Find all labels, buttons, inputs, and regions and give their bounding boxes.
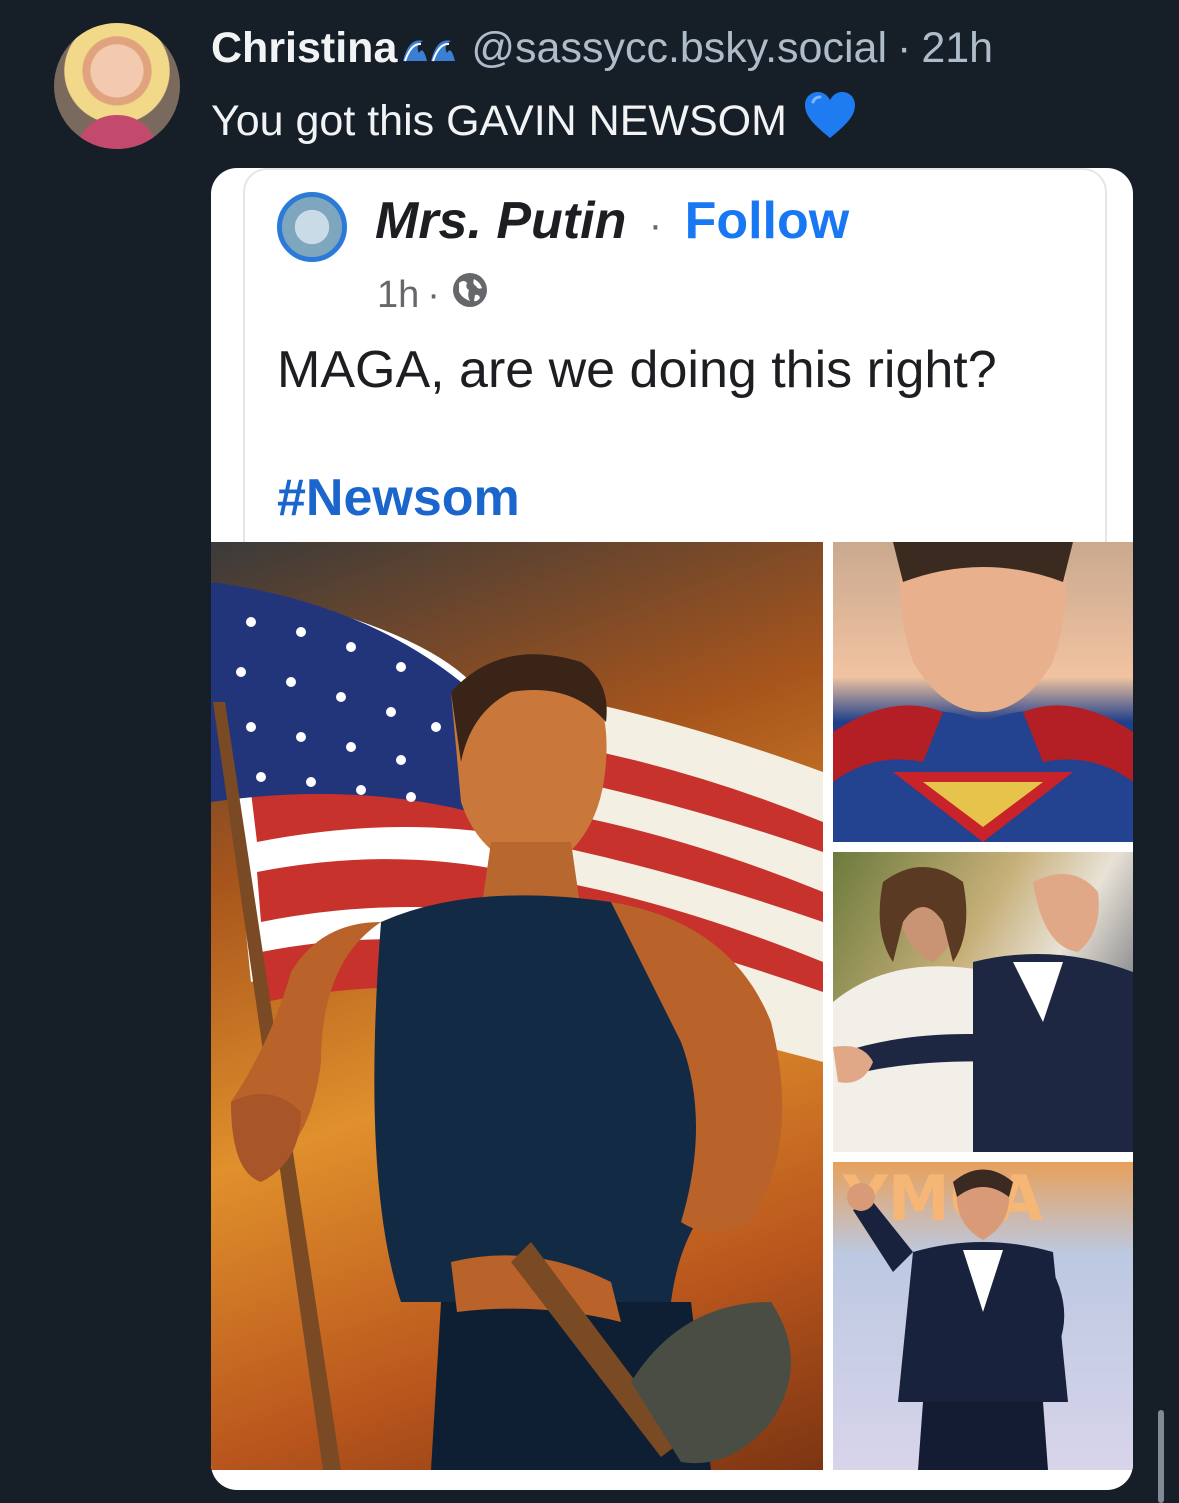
author-name[interactable]: Christina xyxy=(211,24,397,72)
post-header: Christina @sassycc.bsky.social · 21h xyxy=(211,24,993,72)
facebook-name-separator: · xyxy=(648,203,663,247)
embedded-image[interactable]: Mrs. Putin · Follow 1h · MAGA, are we do… xyxy=(211,168,1133,1490)
facebook-post-time: 1h xyxy=(377,273,420,316)
photo-grid: YMCA xyxy=(211,542,1133,1470)
facebook-page-name: Mrs. Putin xyxy=(375,192,627,250)
photo-ymca: YMCA xyxy=(833,1162,1133,1470)
header-separator: · xyxy=(897,24,912,72)
facebook-post-card: Mrs. Putin · Follow 1h · MAGA, are we do… xyxy=(243,168,1107,545)
facebook-follow-label: Follow xyxy=(684,192,850,250)
facebook-meta-separator: · xyxy=(427,273,440,316)
post-text-content: You got this GAVIN NEWSOM xyxy=(211,96,787,145)
globe-icon xyxy=(450,270,490,320)
photo-superman xyxy=(833,542,1133,842)
facebook-page-avatar xyxy=(277,192,347,262)
blue-heart-icon xyxy=(803,90,857,151)
wave-icon xyxy=(401,31,457,65)
facebook-post-message: MAGA, are we doing this right? xyxy=(277,341,997,399)
photo-flag-shovel xyxy=(211,542,823,1470)
avatar-shirt xyxy=(76,115,158,149)
author-handle[interactable]: @sassycc.bsky.social xyxy=(471,24,887,72)
page-scrollbar[interactable] xyxy=(1158,1410,1164,1503)
photo-embrace xyxy=(833,852,1133,1152)
post-page: Christina @sassycc.bsky.social · 21h You… xyxy=(0,0,1179,1503)
post-text: You got this GAVIN NEWSOM xyxy=(211,90,857,151)
post-time[interactable]: 21h xyxy=(921,24,993,72)
facebook-post-meta: 1h · xyxy=(377,270,490,320)
author-avatar[interactable] xyxy=(54,23,180,149)
facebook-name-row: Mrs. Putin · Follow xyxy=(375,192,849,254)
facebook-hashtag: #Newsom xyxy=(277,469,520,527)
